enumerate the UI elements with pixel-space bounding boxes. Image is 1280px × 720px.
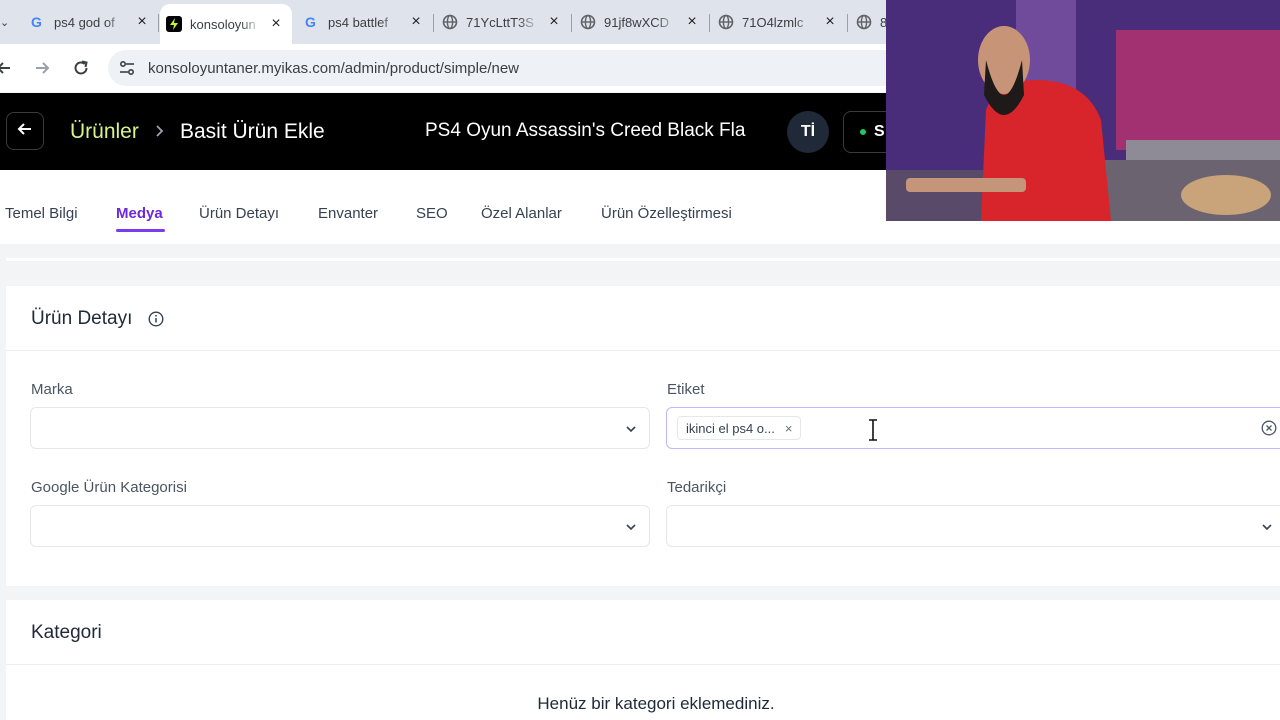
url-text: konsoloyuntaner.myikas.com/admin/product…: [148, 60, 520, 77]
close-icon[interactable]: ×: [408, 13, 424, 31]
tab-title: 91jf8wXCD: [604, 14, 670, 30]
brand-select[interactable]: [30, 407, 650, 449]
close-icon[interactable]: ×: [134, 13, 150, 31]
remove-tag-icon[interactable]: ×: [785, 421, 793, 436]
card-title: Ürün Detayı: [31, 308, 133, 329]
tag-select[interactable]: ikinci el ps4 o... ×: [666, 407, 1280, 449]
chevron-down-icon: [625, 422, 637, 440]
chevron-down-icon: [625, 520, 637, 538]
close-icon[interactable]: ×: [822, 13, 838, 31]
browser-tab-6[interactable]: 8: [850, 4, 890, 40]
close-icon[interactable]: ×: [546, 13, 562, 31]
browser-tab-1[interactable]: konsoloyun ×: [160, 4, 292, 44]
info-icon[interactable]: [148, 311, 164, 332]
browser-tab-3[interactable]: 71YcLttT3S ×: [436, 4, 570, 40]
supplier-label: Tedarikçi: [667, 479, 727, 496]
tab-title: 71YcLttT3S: [466, 14, 534, 30]
product-title: PS4 Oyun Assassin's Creed Black Fla: [425, 120, 746, 141]
site-settings-icon[interactable]: [118, 59, 136, 82]
status-dot-icon: [860, 129, 866, 135]
tab-separator: [158, 14, 159, 32]
chevron-down-icon: ⌄: [0, 16, 10, 29]
previous-card-edge: [6, 258, 1280, 261]
tab-title: ps4 battlef: [328, 14, 388, 30]
active-tab-indicator: [116, 229, 165, 232]
tab-envanter[interactable]: Envanter: [318, 205, 378, 222]
tag-chip: ikinci el ps4 o... ×: [677, 416, 802, 440]
forward-arrow-icon[interactable]: [30, 56, 54, 80]
tab-seo[interactable]: SEO: [416, 205, 448, 222]
globe-icon: [856, 14, 872, 30]
tab-temel-bilgi[interactable]: Temel Bilgi: [5, 205, 78, 222]
reload-icon[interactable]: [69, 56, 93, 80]
card-title: Kategori: [31, 622, 102, 643]
supplier-select[interactable]: [666, 505, 1280, 547]
breadcrumb-current: Basit Ürün Ekle: [180, 120, 325, 143]
divider: [6, 350, 1280, 351]
webcam-overlay: [886, 0, 1280, 221]
bolt-icon: [166, 16, 182, 32]
divider: [6, 664, 1280, 665]
brand-label: Marka: [31, 381, 73, 398]
tab-medya[interactable]: Medya: [116, 205, 163, 222]
google-icon: G: [304, 14, 320, 30]
globe-icon: [442, 14, 458, 30]
breadcrumb-products[interactable]: Ürünler: [70, 120, 139, 144]
tag-label: Etiket: [667, 381, 705, 398]
tag-chip-label: ikinci el ps4 o...: [686, 420, 775, 436]
google-category-label: Google Ürün Kategorisi: [31, 479, 187, 496]
tab-urun-detayi[interactable]: Ürün Detayı: [199, 205, 279, 222]
product-detail-card: Ürün Detayı Marka Etiket ikinci el ps4 o…: [6, 286, 1280, 586]
chevron-right-icon: [154, 122, 166, 143]
browser-tab-2[interactable]: G ps4 battlef ×: [298, 4, 432, 40]
status-label: S: [874, 123, 885, 140]
text-cursor-icon: [866, 418, 880, 447]
tab-separator: [433, 14, 434, 32]
svg-text:G: G: [305, 14, 316, 30]
avatar[interactable]: Tİ: [787, 111, 829, 153]
empty-category-message: Henüz bir kategori eklemediniz.: [537, 694, 775, 713]
svg-text:G: G: [31, 14, 42, 30]
tab-title: 71O4lzmlc: [742, 14, 804, 30]
globe-icon: [718, 14, 734, 30]
tab-urun-ozellestirmesi[interactable]: Ürün Özelleştirmesi: [601, 205, 732, 222]
arrow-left-icon: [17, 120, 33, 143]
chevron-down-icon: [1261, 520, 1273, 538]
close-icon[interactable]: ×: [268, 15, 284, 33]
globe-icon: [580, 14, 596, 30]
tab-separator: [709, 14, 710, 32]
browser-tab-5[interactable]: 71O4lzmlc ×: [712, 4, 846, 40]
category-card: Kategori Henüz bir kategori eklemediniz.: [6, 600, 1280, 720]
tab-ozel-alanlar[interactable]: Özel Alanlar: [481, 205, 562, 222]
tab-separator: [571, 14, 572, 32]
close-icon[interactable]: ×: [684, 13, 700, 31]
tab-title: ps4 god of: [54, 14, 115, 30]
browser-tab-4[interactable]: 91jf8wXCD ×: [574, 4, 708, 40]
tab-separator: [847, 14, 848, 32]
google-category-select[interactable]: [30, 505, 650, 547]
back-arrow-icon[interactable]: [0, 56, 16, 80]
browser-tab-0[interactable]: G ps4 god of ×: [24, 4, 158, 40]
header-back-button[interactable]: [6, 112, 44, 150]
tab-title: konsoloyun: [190, 16, 256, 32]
clear-circle-icon[interactable]: [1261, 420, 1277, 441]
google-icon: G: [30, 14, 46, 30]
